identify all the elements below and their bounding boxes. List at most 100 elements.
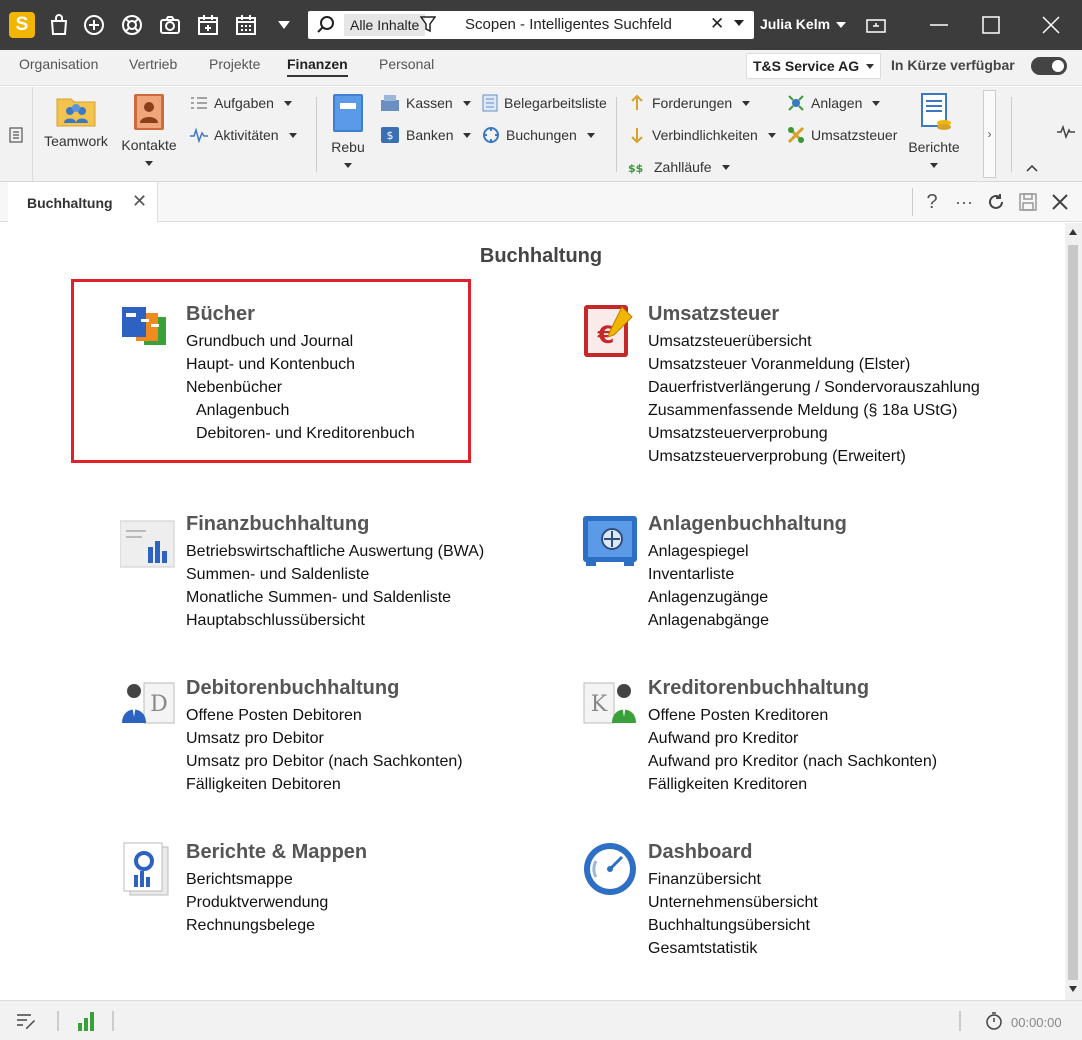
vertical-scrollbar[interactable]: [1065, 223, 1082, 1000]
link-grundbuch[interactable]: Grundbuch und Journal: [186, 330, 415, 353]
coming-soon-toggle[interactable]: [1031, 57, 1067, 75]
collapse-ribbon-icon[interactable]: [1026, 159, 1038, 176]
user-menu[interactable]: Julia Kelm: [760, 16, 830, 32]
filter-icon[interactable]: [419, 15, 437, 37]
banken-button[interactable]: $ Banken: [380, 124, 472, 146]
link-rechnungsbelege[interactable]: Rechnungsbelege: [186, 914, 328, 937]
link-dauerfrist[interactable]: Dauerfristverlängerung / Sondervorauszah…: [648, 376, 980, 399]
link-monatliche-summen-saldenliste[interactable]: Monatliche Summen- und Saldenliste: [186, 586, 484, 609]
ribbon: Teamwork Kontakte Aufgaben Aktivitäten R…: [0, 87, 1082, 182]
zahllaeufe-button[interactable]: $$ Zahlläufe: [628, 156, 730, 178]
link-zusammenfassende-meldung[interactable]: Zusammenfassende Meldung (§ 18a UStG): [648, 399, 980, 422]
teamwork-button[interactable]: Teamwork: [41, 93, 111, 149]
app-logo[interactable]: S: [9, 12, 35, 38]
link-summen-saldenliste[interactable]: Summen- und Saldenliste: [186, 563, 484, 586]
refresh-icon[interactable]: [984, 190, 1008, 214]
forderungen-button[interactable]: Forderungen: [628, 92, 751, 114]
link-ust-verprobung-erweitert[interactable]: Umsatzsteuerverprobung (Erweitert): [648, 445, 980, 468]
link-unternehmensuebersicht[interactable]: Unternehmensübersicht: [648, 891, 818, 914]
anlagen-button[interactable]: Anlagen: [787, 92, 881, 114]
link-umsatz-pro-debitor-sachkonten[interactable]: Umsatz pro Debitor (nach Sachkonten): [186, 750, 463, 773]
link-faelligkeiten-kreditoren[interactable]: Fälligkeiten Kreditoren: [648, 773, 937, 796]
link-nebenbuecher[interactable]: Nebenbücher: [186, 376, 415, 399]
close-window-icon[interactable]: [1036, 10, 1066, 40]
link-finanzuebersicht[interactable]: Finanzübersicht: [648, 868, 818, 891]
kassen-button[interactable]: Kassen: [380, 92, 471, 114]
link-debitoren-kreditorenbuch[interactable]: Debitoren- und Kreditorenbuch: [186, 422, 415, 445]
help-icon[interactable]: ?: [920, 190, 944, 214]
berichte-button[interactable]: Berichte: [906, 93, 962, 168]
clear-icon[interactable]: ✕: [710, 14, 724, 34]
link-inventarliste[interactable]: Inventarliste: [648, 563, 769, 586]
link-gesamtstatistik[interactable]: Gesamtstatistik: [648, 937, 818, 960]
link-hauptabschluss[interactable]: Hauptabschlussübersicht: [186, 609, 484, 632]
umsatzsteuer-button[interactable]: Umsatzsteuer: [787, 124, 897, 146]
verbindlichkeiten-button[interactable]: Verbindlichkeiten: [628, 124, 776, 146]
camera-icon[interactable]: [157, 12, 183, 38]
tab-finanzen[interactable]: Finanzen: [287, 56, 348, 77]
company-selector[interactable]: T&S Service AG: [746, 53, 881, 79]
link-aufwand-pro-kreditor-sachkonten[interactable]: Aufwand pro Kreditor (nach Sachkonten): [648, 750, 937, 773]
rebu-button[interactable]: Rebu: [328, 93, 368, 168]
calendar-icon[interactable]: [233, 12, 259, 38]
lifebuoy-icon[interactable]: [119, 12, 145, 38]
user-caret-icon[interactable]: [836, 22, 846, 28]
scroll-down-icon[interactable]: [1069, 986, 1077, 992]
status-separator: [112, 1011, 114, 1031]
smart-search-field[interactable]: Alle Inhalte Scopen - Intelligentes Such…: [308, 11, 754, 39]
link-faelligkeiten-debitoren[interactable]: Fälligkeiten Debitoren: [186, 773, 463, 796]
link-ust-uebersicht[interactable]: Umsatzsteuerübersicht: [648, 330, 980, 353]
tab-vertrieb[interactable]: Vertrieb: [129, 56, 177, 72]
notes-icon[interactable]: [16, 1012, 36, 1034]
link-bwa[interactable]: Betriebswirtschaftliche Auswertung (BWA): [186, 540, 484, 563]
close-view-icon[interactable]: [1048, 190, 1072, 214]
add-icon[interactable]: [81, 12, 107, 38]
tab-personal[interactable]: Personal: [379, 56, 434, 72]
link-ust-voranmeldung[interactable]: Umsatzsteuer Voranmeldung (Elster): [648, 353, 980, 376]
link-aufwand-pro-kreditor[interactable]: Aufwand pro Kreditor: [648, 727, 937, 750]
tasks-icon: [191, 97, 207, 109]
coming-soon-label: In Kürze verfügbar: [891, 57, 1015, 73]
calendar-add-icon[interactable]: [195, 12, 221, 38]
link-buchhaltungsuebersicht[interactable]: Buchhaltungsübersicht: [648, 914, 818, 937]
link-produktverwendung[interactable]: Produktverwendung: [186, 891, 328, 914]
tab-buchhaltung[interactable]: Buchhaltung ✕: [8, 182, 158, 222]
pulse-icon[interactable]: [1057, 124, 1075, 143]
dropdown-triangle-icon[interactable]: [271, 12, 297, 38]
more-options-icon[interactable]: ···: [952, 190, 976, 214]
chevron-down-icon: [586, 132, 595, 138]
search-input[interactable]: Scopen - Intelligentes Suchfeld: [465, 16, 672, 33]
stopwatch-icon[interactable]: [985, 1012, 1003, 1034]
link-ust-verprobung[interactable]: Umsatzsteuerverprobung: [648, 422, 980, 445]
link-anlagenbuch[interactable]: Anlagenbuch: [186, 399, 415, 422]
maximize-icon[interactable]: [976, 10, 1006, 40]
tab-projekte[interactable]: Projekte: [209, 56, 260, 72]
search-scope[interactable]: Alle Inhalte: [344, 14, 426, 36]
scrollbar-thumb[interactable]: [1068, 245, 1078, 980]
scroll-up-icon[interactable]: [1069, 229, 1077, 235]
link-offene-posten-debitoren[interactable]: Offene Posten Debitoren: [186, 704, 463, 727]
aktivitaeten-button[interactable]: Aktivitäten: [190, 124, 297, 146]
link-umsatz-pro-debitor[interactable]: Umsatz pro Debitor: [186, 727, 463, 750]
tab-organisation[interactable]: Organisation: [19, 56, 98, 72]
ribbon-collapse-panel[interactable]: [0, 87, 33, 182]
link-hauptbuch[interactable]: Haupt- und Kontenbuch: [186, 353, 415, 376]
ribbon-scroll-right[interactable]: ›: [983, 90, 996, 178]
link-anlagenabgaenge[interactable]: Anlagenabgänge: [648, 609, 769, 632]
search-dropdown-icon[interactable]: [734, 20, 744, 26]
restore-window-icon[interactable]: [861, 10, 891, 40]
bag-icon[interactable]: [46, 12, 72, 38]
link-berichtsmappe[interactable]: Berichtsmappe: [186, 868, 328, 891]
close-tab-icon[interactable]: ✕: [132, 191, 147, 212]
ribbon-separator: [616, 97, 617, 172]
link-anlagespiegel[interactable]: Anlagespiegel: [648, 540, 769, 563]
save-icon[interactable]: [1016, 190, 1040, 214]
buchungen-button[interactable]: Buchungen: [482, 124, 595, 146]
minimize-icon[interactable]: [924, 10, 954, 40]
link-list: Offene Posten Debitoren Umsatz pro Debit…: [186, 704, 463, 796]
link-offene-posten-kreditoren[interactable]: Offene Posten Kreditoren: [648, 704, 937, 727]
belegarbeitsliste-button[interactable]: Belegarbeitsliste: [482, 92, 607, 114]
aufgaben-button[interactable]: Aufgaben: [190, 92, 292, 114]
link-anlagenzugaenge[interactable]: Anlagenzugänge: [648, 586, 769, 609]
kontakte-button[interactable]: Kontakte: [119, 93, 179, 166]
